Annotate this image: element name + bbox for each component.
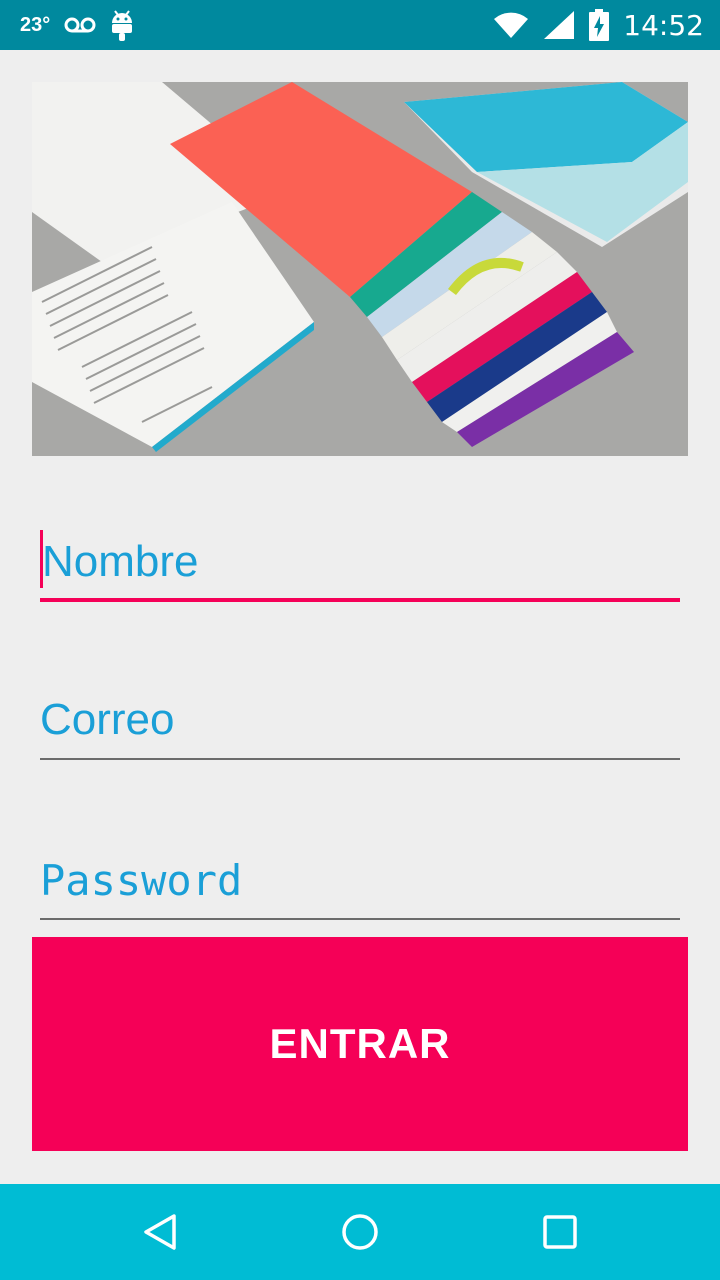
battery-charging-icon bbox=[589, 9, 610, 41]
temperature: 23° bbox=[20, 13, 51, 36]
email-placeholder: Correo bbox=[40, 695, 175, 744]
status-bar: 23° 14:52 bbox=[0, 0, 720, 50]
home-icon[interactable] bbox=[336, 1208, 384, 1256]
material-design-booklets-image bbox=[32, 82, 688, 456]
password-field[interactable]: Password bbox=[40, 840, 680, 920]
enter-button[interactable]: ENTRAR bbox=[32, 937, 688, 1151]
name-field[interactable]: Nombre bbox=[40, 522, 680, 602]
email-field-underline bbox=[40, 758, 680, 760]
name-placeholder: Nombre bbox=[42, 537, 199, 586]
password-field-underline bbox=[40, 918, 680, 920]
android-icon bbox=[110, 9, 134, 41]
navigation-bar bbox=[0, 1184, 720, 1280]
name-field-underline bbox=[40, 598, 680, 602]
back-icon[interactable] bbox=[136, 1208, 184, 1256]
status-left: 23° bbox=[20, 0, 134, 50]
email-field[interactable]: Correo bbox=[40, 680, 680, 760]
password-placeholder: Password bbox=[40, 856, 243, 905]
wifi-icon bbox=[493, 11, 529, 39]
signal-icon bbox=[543, 10, 575, 40]
recents-icon[interactable] bbox=[536, 1208, 584, 1256]
header-image bbox=[32, 82, 688, 456]
status-right: 14:52 bbox=[493, 0, 704, 50]
clock: 14:52 bbox=[623, 8, 704, 42]
voicemail-icon bbox=[64, 16, 96, 34]
